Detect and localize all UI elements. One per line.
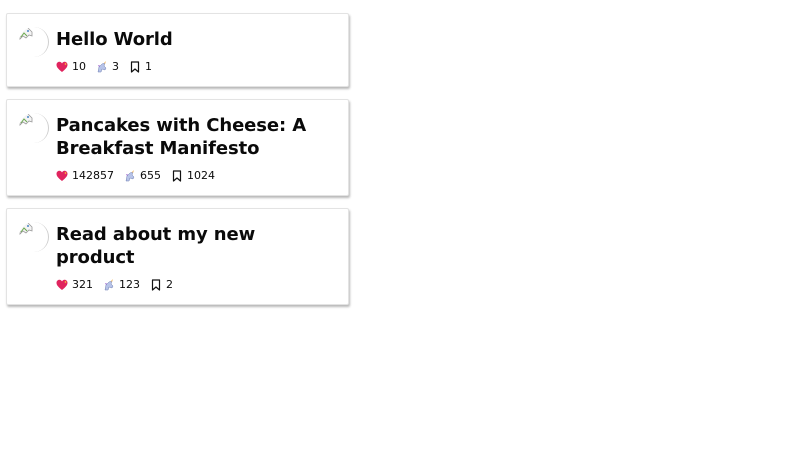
- reactions-count: 321: [72, 278, 93, 291]
- sparkling-heart-icon: [56, 170, 68, 181]
- saves-count: 2: [166, 278, 173, 291]
- post-feed: Hello World 10 3 1 Pancakes with Cheese:…: [6, 13, 349, 317]
- post-stats: 142857 655 1024: [56, 169, 336, 183]
- unicorns-stat[interactable]: 3: [96, 60, 119, 74]
- saves-stat[interactable]: 1024: [171, 169, 215, 183]
- post-stats: 10 3 1: [56, 60, 336, 74]
- reactions-count: 10: [72, 60, 86, 73]
- bookmark-icon: [151, 279, 161, 291]
- saves-stat[interactable]: 1: [129, 60, 152, 74]
- author-avatar[interactable]: [19, 222, 49, 252]
- unicorn-icon: [97, 61, 107, 73]
- post-title[interactable]: Read about my new product: [56, 223, 336, 269]
- saves-stat[interactable]: 2: [150, 278, 173, 292]
- post-stats: 321 123 2: [56, 278, 336, 292]
- reactions-stat[interactable]: 321: [56, 278, 93, 292]
- unicorn-icon: [104, 279, 114, 291]
- unicorns-count: 123: [119, 278, 140, 291]
- post-card[interactable]: Pancakes with Cheese: A Breakfast Manife…: [6, 99, 349, 196]
- bookmark-icon: [172, 170, 182, 182]
- saves-count: 1024: [187, 169, 215, 182]
- unicorns-stat[interactable]: 655: [124, 169, 161, 183]
- post-title[interactable]: Hello World: [56, 28, 336, 51]
- post-title[interactable]: Pancakes with Cheese: A Breakfast Manife…: [56, 114, 336, 160]
- author-avatar[interactable]: [19, 27, 49, 57]
- unicorns-stat[interactable]: 123: [103, 278, 140, 292]
- reactions-count: 142857: [72, 169, 114, 182]
- unicorns-count: 655: [140, 169, 161, 182]
- broken-image-icon: [19, 27, 33, 40]
- post-card[interactable]: Read about my new product 321 123 2: [6, 208, 349, 305]
- post-card[interactable]: Hello World 10 3 1: [6, 13, 349, 87]
- broken-image-icon: [19, 222, 33, 235]
- author-avatar[interactable]: [19, 113, 49, 143]
- saves-count: 1: [145, 60, 152, 73]
- bookmark-icon: [130, 61, 140, 73]
- unicorns-count: 3: [112, 60, 119, 73]
- unicorn-icon: [125, 170, 135, 182]
- sparkling-heart-icon: [56, 279, 68, 290]
- reactions-stat[interactable]: 10: [56, 60, 86, 74]
- reactions-stat[interactable]: 142857: [56, 169, 114, 183]
- sparkling-heart-icon: [56, 61, 68, 72]
- broken-image-icon: [19, 113, 33, 126]
